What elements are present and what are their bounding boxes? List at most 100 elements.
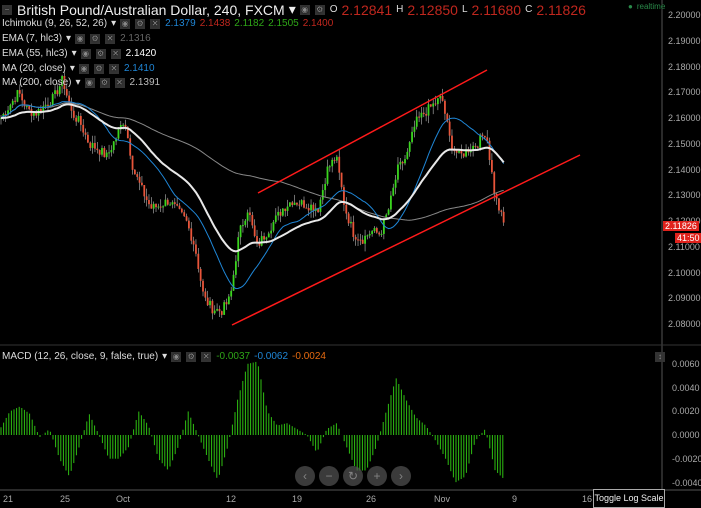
eye-icon[interactable]: ◉ [299, 4, 310, 15]
close-label: C [525, 4, 533, 15]
candle-body [411, 131, 413, 143]
chevron-down-icon[interactable]: ▾ [289, 1, 296, 18]
gear-icon[interactable]: ⚙ [314, 4, 325, 15]
candle-body [422, 112, 425, 115]
candle-body [347, 213, 350, 224]
candle-body [458, 150, 460, 153]
candle-body [350, 221, 352, 224]
candle-body [326, 166, 329, 184]
indicator-ema55[interactable]: EMA (55, hlc3) ▾ ◉ ⚙ ✕ 2.1420 [2, 48, 156, 59]
candle-body [77, 115, 80, 122]
candle-body [272, 221, 275, 231]
chevron-down-icon[interactable]: ▾ [75, 77, 80, 88]
eye-icon[interactable]: ◉ [84, 77, 95, 88]
candle-body [171, 202, 174, 205]
candle-body [230, 290, 233, 297]
candle-body [307, 208, 310, 211]
toggle-log-scale-button[interactable]: Toggle Log Scale [593, 489, 665, 508]
close-icon[interactable]: ✕ [114, 77, 125, 88]
candle-body [199, 268, 202, 281]
close-icon[interactable]: ✕ [105, 33, 116, 44]
gear-icon[interactable]: ⚙ [186, 351, 197, 362]
chevron-down-icon[interactable]: ▾ [66, 33, 71, 44]
macd-legend[interactable]: MACD (12, 26, close, 9, false, true) ▾ ◉ ⚙… [2, 351, 326, 362]
candle-body [47, 104, 49, 106]
countdown-tag: 41:50 [675, 233, 701, 243]
candle-body [103, 148, 106, 158]
candle-body [138, 176, 141, 183]
close-icon[interactable]: ✕ [110, 48, 121, 59]
eye-icon[interactable]: ◉ [171, 351, 182, 362]
chevron-down-icon[interactable]: ▾ [162, 351, 167, 362]
indicator-value: 2.1420 [125, 48, 157, 59]
candle-body [124, 124, 127, 127]
gear-icon[interactable]: ⚙ [95, 48, 106, 59]
candle-body [253, 225, 256, 237]
time-tick: 25 [60, 494, 71, 504]
candle-body [204, 291, 207, 298]
indicator-label[interactable]: MA (20, close) [2, 63, 66, 74]
indicator-label[interactable]: MACD (12, 26, close, 9, false, true) [2, 351, 158, 362]
gear-icon[interactable]: ⚙ [135, 18, 146, 29]
candle-body [159, 206, 162, 208]
candle-body [82, 124, 85, 133]
gear-icon[interactable]: ⚙ [93, 63, 104, 74]
eye-icon[interactable]: ◉ [80, 48, 91, 59]
candle-body [9, 104, 12, 111]
candle-body [289, 202, 291, 207]
collapse-icon[interactable]: − [2, 4, 12, 15]
candle-body [420, 112, 423, 118]
scroll-forward-button[interactable]: › [391, 466, 411, 486]
candle-body [79, 115, 82, 125]
symbol-title[interactable]: British Pound/Australian Dollar, 240, FX… [17, 2, 285, 18]
pane-menu-icon[interactable]: ↕ [655, 352, 665, 362]
indicator-label[interactable]: Ichimoku (9, 26, 52, 26) [2, 18, 107, 29]
time-tick: Oct [116, 494, 131, 504]
price-tick: 2.18000 [668, 61, 701, 72]
close-icon[interactable]: ✕ [201, 351, 212, 362]
candle-body [256, 236, 258, 243]
candle-body [324, 183, 327, 191]
indicator-ma200[interactable]: MA (200, close) ▾ ◉ ⚙ ✕ 2.1391 [2, 77, 160, 88]
zoom-out-button[interactable]: − [319, 466, 339, 486]
chevron-down-icon[interactable]: ▾ [72, 48, 77, 59]
gear-icon[interactable]: ⚙ [99, 77, 110, 88]
indicator-ema7[interactable]: EMA (7, hlc3) ▾ ◉ ⚙ ✕ 2.1316 [2, 33, 151, 44]
eye-icon[interactable]: ◉ [75, 33, 86, 44]
indicator-label[interactable]: MA (200, close) [2, 77, 71, 88]
candle-body [483, 135, 486, 138]
chevron-down-icon[interactable]: ▾ [70, 63, 75, 74]
channel-lower-line[interactable] [231, 154, 581, 326]
channel-upper-line[interactable] [257, 69, 488, 194]
reset-button[interactable]: ↻ [343, 466, 363, 486]
eye-icon[interactable]: ◉ [120, 18, 131, 29]
indicator-ichimoku[interactable]: Ichimoku (9, 26, 52, 26) ▾ ◉ ⚙ ✕ 2.1379 2.1… [2, 18, 333, 29]
time-tick: 9 [512, 494, 518, 504]
close-icon[interactable]: ✕ [150, 18, 161, 29]
gear-icon[interactable]: ⚙ [90, 33, 101, 44]
zoom-in-button[interactable]: + [367, 466, 387, 486]
time-tick: 16 [582, 494, 593, 504]
candle-body [202, 280, 204, 292]
candle-body [293, 202, 296, 205]
scroll-back-button[interactable]: ‹ [295, 466, 315, 486]
candle-body [162, 206, 164, 208]
candle-body [213, 310, 216, 314]
candle-body [192, 240, 195, 245]
candle-body [500, 210, 503, 212]
price-tick: 2.15000 [668, 138, 701, 149]
candle-body [244, 220, 247, 226]
price-tick: 2.08000 [668, 319, 701, 329]
indicator-ma20[interactable]: MA (20, close) ▾ ◉ ⚙ ✕ 2.1410 [2, 63, 155, 74]
chevron-down-icon[interactable]: ▾ [111, 18, 116, 29]
candle-body [439, 95, 442, 99]
time-tick: Nov [434, 494, 451, 504]
indicator-label[interactable]: EMA (7, hlc3) [2, 33, 62, 44]
candle-body [425, 114, 428, 116]
candle-body [265, 237, 268, 240]
candle-body [148, 200, 150, 205]
indicator-label[interactable]: EMA (55, hlc3) [2, 48, 68, 59]
eye-icon[interactable]: ◉ [78, 63, 89, 74]
candle-body [65, 88, 68, 96]
close-icon[interactable]: ✕ [108, 63, 119, 74]
